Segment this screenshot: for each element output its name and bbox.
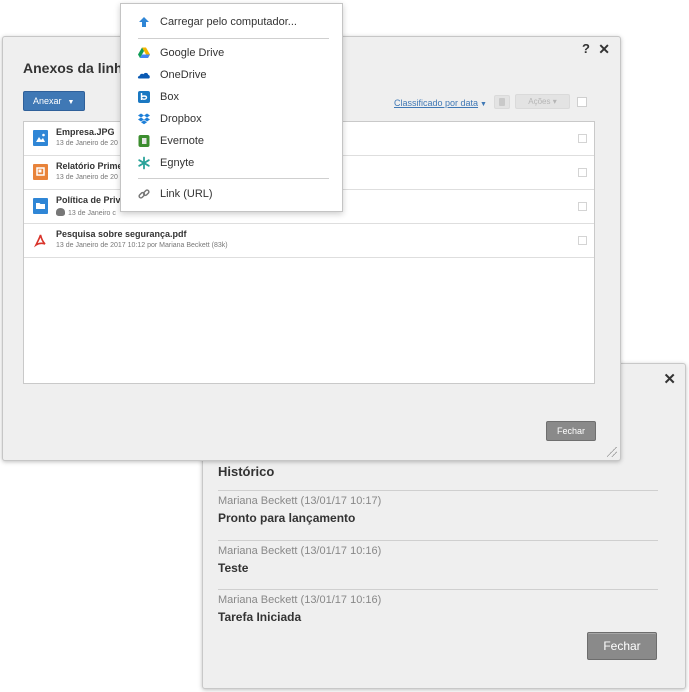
pdf-file-icon <box>33 232 48 248</box>
menu-item-label: Box <box>160 91 179 103</box>
menu-item-label: OneDrive <box>160 69 207 81</box>
help-icon[interactable]: ? <box>582 41 590 56</box>
row-checkbox[interactable] <box>578 202 587 211</box>
onedrive-icon <box>137 68 151 82</box>
presentation-file-icon <box>33 164 48 180</box>
file-meta: 13 de Janeiro de 20 <box>56 174 118 181</box>
egnyte-icon <box>137 156 151 170</box>
dropbox-icon <box>137 112 151 126</box>
file-meta: 13 de Janeiro de 2017 10:12 por Mariana … <box>56 242 228 249</box>
history-entry: Mariana Beckett (13/01/17 10:16) Tarefa … <box>218 589 658 624</box>
history-entry: Mariana Beckett (13/01/17 10:17) Pronto … <box>218 490 658 525</box>
file-name[interactable]: Pesquisa sobre segurança.pdf <box>56 229 187 239</box>
attachments-title: Anexos da linh <box>23 60 123 76</box>
menu-item-label: Egnyte <box>160 157 195 169</box>
shared-icon <box>56 208 65 216</box>
menu-divider <box>138 38 329 39</box>
menu-item-egnyte[interactable]: Egnyte <box>137 155 194 171</box>
file-meta: 13 de Janeiro de 20 <box>56 140 118 147</box>
history-entry-meta: Mariana Beckett (13/01/17 10:16) <box>218 594 382 606</box>
history-entry-text: Teste <box>218 561 249 575</box>
menu-item-evernote[interactable]: Evernote <box>137 133 204 149</box>
attachments-close-icon[interactable]: ✕ <box>598 41 610 58</box>
history-title: Histórico <box>218 464 275 479</box>
menu-item-onedrive[interactable]: OneDrive <box>137 67 206 83</box>
list-item[interactable]: Pesquisa sobre segurança.pdf 13 de Janei… <box>24 224 594 258</box>
image-file-icon <box>33 130 48 146</box>
resize-grip-icon[interactable] <box>607 447 617 457</box>
history-entry: Mariana Beckett (13/01/17 10:16) Teste <box>218 540 658 575</box>
menu-divider <box>138 178 329 179</box>
attach-source-menu: Carregar pelo computador... Google Drive… <box>120 3 343 212</box>
google-drive-icon <box>137 46 151 60</box>
evernote-icon <box>137 134 151 148</box>
caret-down-icon: ▼ <box>67 99 75 106</box>
history-divider <box>218 490 658 491</box>
menu-item-upload[interactable]: Carregar pelo computador... <box>137 14 297 30</box>
file-name[interactable]: Política de Priva <box>56 195 126 205</box>
menu-item-label: Link (URL) <box>160 188 213 200</box>
file-name[interactable]: Empresa.JPG <box>56 127 115 137</box>
upload-icon <box>137 15 151 29</box>
actions-label: Ações <box>528 97 551 106</box>
history-entry-text: Pronto para lançamento <box>218 511 356 525</box>
menu-item-label: Evernote <box>160 135 205 147</box>
row-checkbox[interactable] <box>578 134 587 143</box>
menu-item-label: Dropbox <box>160 113 202 125</box>
attach-button[interactable]: Anexar ▼ <box>23 91 85 111</box>
sort-label: Classificado por data <box>394 98 479 108</box>
menu-item-link[interactable]: Link (URL) <box>137 186 213 202</box>
history-entry-meta: Mariana Beckett (13/01/17 10:16) <box>218 545 382 557</box>
history-entry-text: Tarefa Iniciada <box>218 610 302 624</box>
folder-file-icon <box>33 198 48 214</box>
menu-item-label: Google Drive <box>160 47 225 59</box>
history-divider <box>218 540 658 541</box>
link-icon <box>137 187 151 201</box>
menu-item-google-drive[interactable]: Google Drive <box>137 45 224 61</box>
file-meta-wrap: 13 de Janeiro c <box>56 208 116 217</box>
menu-item-box[interactable]: Box <box>137 89 179 105</box>
row-checkbox[interactable] <box>578 168 587 177</box>
history-close-icon[interactable]: ✕ <box>663 370 676 388</box>
box-icon <box>137 90 151 104</box>
attachments-close-button[interactable]: Fechar <box>546 421 596 441</box>
history-entry-meta: Mariana Beckett (13/01/17 10:17) <box>218 495 382 507</box>
actions-button[interactable]: Ações ▾ <box>515 94 570 109</box>
caret-down-icon: ▼ <box>480 101 487 108</box>
row-checkbox[interactable] <box>578 236 587 245</box>
history-divider <box>218 589 658 590</box>
attach-button-label: Anexar <box>33 96 62 106</box>
menu-item-dropbox[interactable]: Dropbox <box>137 111 202 127</box>
file-name[interactable]: Relatório Primei <box>56 161 125 171</box>
history-close-button[interactable]: Fechar <box>587 632 657 660</box>
sort-by-date-link[interactable]: Classificado por data ▼ <box>394 98 487 108</box>
trash-icon[interactable] <box>494 95 510 109</box>
select-all-checkbox[interactable] <box>577 97 587 107</box>
menu-item-label: Carregar pelo computador... <box>160 16 297 28</box>
file-meta: 13 de Janeiro c <box>68 210 116 217</box>
